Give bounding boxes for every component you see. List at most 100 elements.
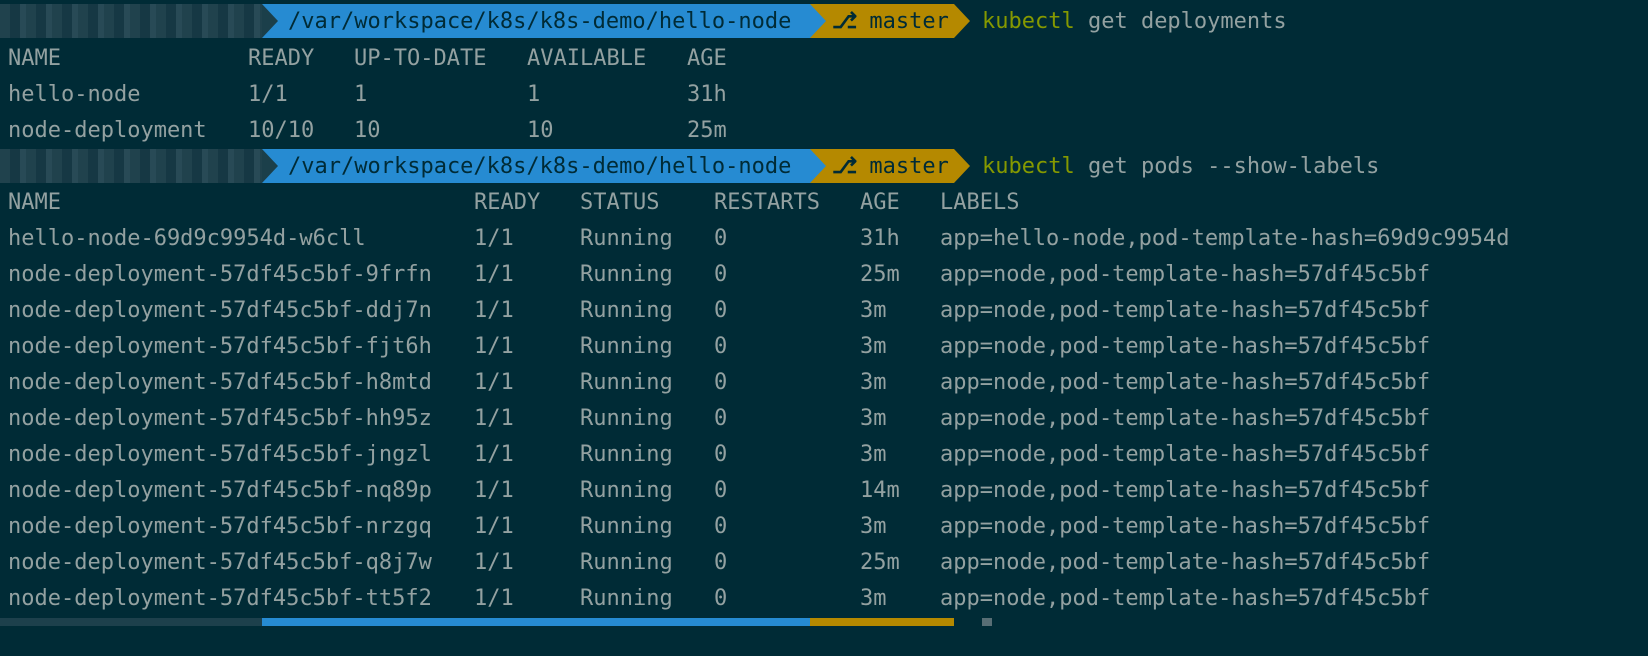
pod-name: node-deployment-57df45c5bf-q8j7w (8, 550, 432, 575)
pod-age: 25m (860, 550, 900, 575)
pod-name: node-deployment-57df45c5bf-9frfn (8, 262, 432, 287)
prompt-line-1: /var/workspace/k8s/k8s-demo/hello-node ⎇… (0, 4, 1648, 38)
pod-labels: app=node,pod-template-hash=57df45c5bf (940, 478, 1431, 503)
column-header: AVAILABLE (527, 46, 647, 71)
deployment-ready: 1/1 (248, 82, 288, 107)
deployment-name: node-deployment (8, 118, 207, 143)
pod-ready: 1/1 (474, 586, 514, 611)
terminal-window[interactable]: /var/workspace/k8s/k8s-demo/hello-node ⎇… (0, 0, 1648, 656)
column-header: READY (248, 46, 315, 71)
command-args: get pods --show-labels (1074, 153, 1380, 179)
prompt-branch (810, 618, 954, 626)
prompt-path: /var/workspace/k8s/k8s-demo/hello-node (262, 149, 810, 183)
column-header: NAME (8, 190, 61, 215)
column-header: AGE (860, 190, 900, 215)
pod-ready: 1/1 (474, 370, 514, 395)
command-args: get deployments (1074, 8, 1287, 34)
pod-status: Running (580, 370, 673, 395)
deployment-available: 1 (527, 82, 541, 107)
pod-name: node-deployment-57df45c5bf-jngzl (8, 442, 432, 467)
prompt-branch: ⎇ master (810, 149, 954, 183)
deployment-name: hello-node (8, 82, 141, 107)
pod-status: Running (580, 406, 673, 431)
pod-status: Running (580, 550, 673, 575)
pod-name: node-deployment-57df45c5bf-hh95z (8, 406, 432, 431)
pod-ready: 1/1 (474, 514, 514, 539)
pod-restarts: 0 (714, 586, 728, 611)
pod-restarts: 0 (714, 550, 728, 575)
column-header: UP-TO-DATE (354, 46, 487, 71)
pod-age: 3m (860, 586, 887, 611)
cursor (982, 618, 992, 626)
pod-name: node-deployment-57df45c5bf-tt5f2 (8, 586, 432, 611)
segment-separator (810, 149, 826, 183)
pod-age: 3m (860, 442, 887, 467)
pod-ready: 1/1 (474, 442, 514, 467)
pod-name: node-deployment-57df45c5bf-fjt6h (8, 334, 432, 359)
segment-separator (262, 149, 278, 183)
table-row: node-deployment 10/10 10 10 25m (8, 113, 727, 149)
git-branch-icon: ⎇ (832, 153, 858, 179)
deployment-available: 10 (527, 118, 554, 143)
pod-status: Running (580, 262, 673, 287)
prompt-branch-text: master (869, 8, 949, 34)
pod-age: 3m (860, 298, 887, 323)
pod-age: 3m (860, 514, 887, 539)
pod-name: node-deployment-57df45c5bf-nq89p (8, 478, 432, 503)
hostname-blurred (0, 618, 262, 626)
deployment-up-to-date: 1 (354, 82, 368, 107)
pod-ready: 1/1 (474, 334, 514, 359)
pod-labels: app=node,pod-template-hash=57df45c5bf (940, 262, 1431, 287)
pod-ready: 1/1 (474, 550, 514, 575)
pod-labels: app=hello-node,pod-template-hash=69d9c99… (940, 226, 1510, 251)
prompt-path (262, 618, 810, 626)
pod-labels: app=node,pod-template-hash=57df45c5bf (940, 298, 1431, 323)
pod-restarts: 0 (714, 370, 728, 395)
pod-ready: 1/1 (474, 406, 514, 431)
column-header: RESTARTS (714, 190, 820, 215)
pod-status: Running (580, 334, 673, 359)
pod-status: Running (580, 478, 673, 503)
pod-age: 3m (860, 406, 887, 431)
pod-labels: app=node,pod-template-hash=57df45c5bf (940, 550, 1431, 575)
column-header: LABELS (940, 190, 1020, 215)
pod-age: 25m (860, 262, 900, 287)
next-prompt-partial (0, 618, 1648, 626)
pod-status: Running (580, 298, 673, 323)
deployment-age: 25m (687, 118, 727, 143)
pod-name: node-deployment-57df45c5bf-h8mtd (8, 370, 432, 395)
pod-age: 31h (860, 226, 900, 251)
pod-restarts: 0 (714, 442, 728, 467)
pod-labels: app=node,pod-template-hash=57df45c5bf (940, 514, 1431, 539)
deployments-header: NAME READY UP-TO-DATE AVAILABLE AGE (8, 41, 727, 77)
deployment-ready: 10/10 (248, 118, 315, 143)
column-header: READY (474, 190, 541, 215)
pod-age: 3m (860, 370, 887, 395)
deployment-age: 31h (687, 82, 727, 107)
pod-restarts: 0 (714, 406, 728, 431)
pod-name: node-deployment-57df45c5bf-ddj7n (8, 298, 432, 323)
pod-ready: 1/1 (474, 262, 514, 287)
pod-restarts: 0 (714, 514, 728, 539)
column-header: NAME (8, 46, 61, 71)
hostname-blurred (0, 4, 262, 38)
pod-labels: app=node,pod-template-hash=57df45c5bf (940, 406, 1431, 431)
command-text: kubectl get deployments (982, 4, 1287, 38)
pod-labels: app=node,pod-template-hash=57df45c5bf (940, 586, 1431, 611)
prompt-line-2: /var/workspace/k8s/k8s-demo/hello-node ⎇… (0, 149, 1648, 183)
prompt-branch: ⎇ master (810, 4, 954, 38)
column-header: AGE (687, 46, 727, 71)
segment-separator (954, 149, 970, 183)
prompt-path: /var/workspace/k8s/k8s-demo/hello-node (262, 4, 810, 38)
pod-age: 14m (860, 478, 900, 503)
command-binary: kubectl (982, 8, 1075, 34)
pod-ready: 1/1 (474, 226, 514, 251)
pod-name: hello-node-69d9c9954d-w6cll (8, 226, 366, 251)
pod-restarts: 0 (714, 478, 728, 503)
command-text: kubectl get pods --show-labels (982, 149, 1379, 183)
pod-restarts: 0 (714, 334, 728, 359)
pod-labels: app=node,pod-template-hash=57df45c5bf (940, 370, 1431, 395)
git-branch-icon: ⎇ (832, 8, 858, 34)
pod-status: Running (580, 226, 673, 251)
deployment-up-to-date: 10 (354, 118, 381, 143)
